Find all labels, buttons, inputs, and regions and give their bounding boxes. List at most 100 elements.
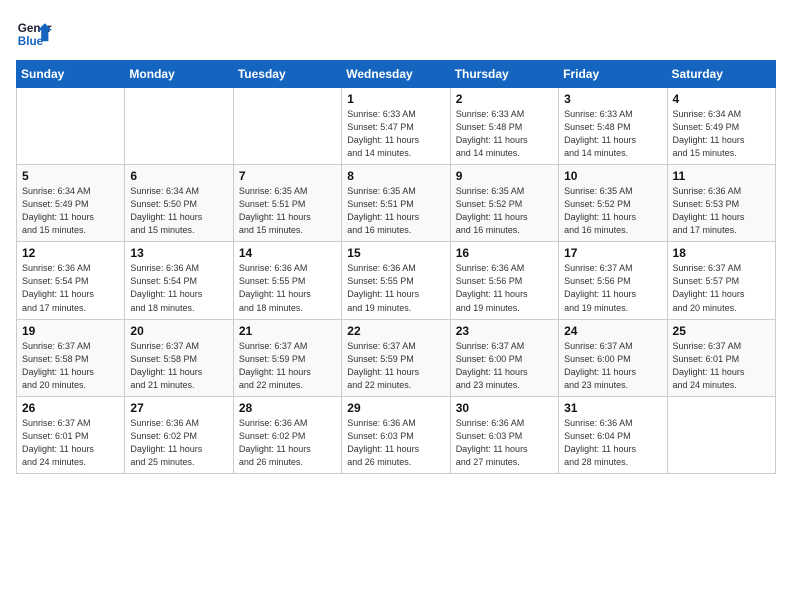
day-info: Sunrise: 6:33 AM Sunset: 5:47 PM Dayligh… [347, 108, 444, 160]
calendar-cell: 31 Sunrise: 6:36 AM Sunset: 6:04 PM Dayli… [559, 396, 667, 473]
day-number: 15 [347, 246, 444, 260]
day-info: Sunrise: 6:36 AM Sunset: 5:54 PM Dayligh… [130, 262, 227, 314]
day-info: Sunrise: 6:35 AM Sunset: 5:51 PM Dayligh… [239, 185, 336, 237]
day-number: 2 [456, 92, 553, 106]
weekday-header-friday: Friday [559, 61, 667, 88]
weekday-header-monday: Monday [125, 61, 233, 88]
day-number: 26 [22, 401, 119, 415]
day-number: 16 [456, 246, 553, 260]
calendar-cell [125, 88, 233, 165]
weekday-header-saturday: Saturday [667, 61, 775, 88]
day-number: 7 [239, 169, 336, 183]
day-number: 20 [130, 324, 227, 338]
day-info: Sunrise: 6:35 AM Sunset: 5:51 PM Dayligh… [347, 185, 444, 237]
day-number: 1 [347, 92, 444, 106]
day-number: 10 [564, 169, 661, 183]
calendar-cell: 12 Sunrise: 6:36 AM Sunset: 5:54 PM Dayli… [17, 242, 125, 319]
calendar-cell: 17 Sunrise: 6:37 AM Sunset: 5:56 PM Dayli… [559, 242, 667, 319]
page-header: General Blue [16, 16, 776, 52]
day-info: Sunrise: 6:37 AM Sunset: 5:58 PM Dayligh… [130, 340, 227, 392]
day-number: 5 [22, 169, 119, 183]
day-info: Sunrise: 6:36 AM Sunset: 5:55 PM Dayligh… [239, 262, 336, 314]
calendar-cell: 18Sunrise: 6:37 AM Sunset: 5:57 PM Dayli… [667, 242, 775, 319]
calendar-cell: 22 Sunrise: 6:37 AM Sunset: 5:59 PM Dayli… [342, 319, 450, 396]
day-number: 29 [347, 401, 444, 415]
calendar-cell: 6Sunrise: 6:34 AM Sunset: 5:50 PM Daylig… [125, 165, 233, 242]
day-info: Sunrise: 6:37 AM Sunset: 6:00 PM Dayligh… [564, 340, 661, 392]
day-info: Sunrise: 6:36 AM Sunset: 5:53 PM Dayligh… [673, 185, 770, 237]
day-info: Sunrise: 6:36 AM Sunset: 6:02 PM Dayligh… [239, 417, 336, 469]
day-number: 17 [564, 246, 661, 260]
day-info: Sunrise: 6:36 AM Sunset: 5:54 PM Dayligh… [22, 262, 119, 314]
day-info: Sunrise: 6:36 AM Sunset: 6:03 PM Dayligh… [456, 417, 553, 469]
week-row-0: 1 Sunrise: 6:33 AM Sunset: 5:47 PM Daylig… [17, 88, 776, 165]
day-info: Sunrise: 6:36 AM Sunset: 5:56 PM Dayligh… [456, 262, 553, 314]
day-number: 22 [347, 324, 444, 338]
svg-text:Blue: Blue [18, 35, 44, 48]
day-number: 31 [564, 401, 661, 415]
day-info: Sunrise: 6:33 AM Sunset: 5:48 PM Dayligh… [564, 108, 661, 160]
weekday-header-thursday: Thursday [450, 61, 558, 88]
day-number: 12 [22, 246, 119, 260]
calendar-cell: 26Sunrise: 6:37 AM Sunset: 6:01 PM Dayli… [17, 396, 125, 473]
logo: General Blue [16, 16, 52, 52]
calendar-cell: 29 Sunrise: 6:36 AM Sunset: 6:03 PM Dayli… [342, 396, 450, 473]
weekday-header-wednesday: Wednesday [342, 61, 450, 88]
calendar-cell [667, 396, 775, 473]
day-number: 30 [456, 401, 553, 415]
calendar-cell: 13 Sunrise: 6:36 AM Sunset: 5:54 PM Dayli… [125, 242, 233, 319]
day-info: Sunrise: 6:36 AM Sunset: 5:55 PM Dayligh… [347, 262, 444, 314]
day-info: Sunrise: 6:36 AM Sunset: 6:04 PM Dayligh… [564, 417, 661, 469]
calendar-cell: 25Sunrise: 6:37 AM Sunset: 6:01 PM Dayli… [667, 319, 775, 396]
day-number: 6 [130, 169, 227, 183]
calendar-cell: 20 Sunrise: 6:37 AM Sunset: 5:58 PM Dayli… [125, 319, 233, 396]
calendar-cell: 11 Sunrise: 6:36 AM Sunset: 5:53 PM Dayli… [667, 165, 775, 242]
calendar-cell: 16 Sunrise: 6:36 AM Sunset: 5:56 PM Dayli… [450, 242, 558, 319]
day-info: Sunrise: 6:36 AM Sunset: 6:02 PM Dayligh… [130, 417, 227, 469]
day-number: 11 [673, 169, 770, 183]
day-number: 24 [564, 324, 661, 338]
day-info: Sunrise: 6:34 AM Sunset: 5:49 PM Dayligh… [22, 185, 119, 237]
day-info: Sunrise: 6:37 AM Sunset: 5:58 PM Dayligh… [22, 340, 119, 392]
calendar-cell: 1 Sunrise: 6:33 AM Sunset: 5:47 PM Daylig… [342, 88, 450, 165]
day-info: Sunrise: 6:37 AM Sunset: 5:56 PM Dayligh… [564, 262, 661, 314]
calendar-cell: 28Sunrise: 6:36 AM Sunset: 6:02 PM Dayli… [233, 396, 341, 473]
calendar-cell: 9Sunrise: 6:35 AM Sunset: 5:52 PM Daylig… [450, 165, 558, 242]
day-number: 25 [673, 324, 770, 338]
day-info: Sunrise: 6:36 AM Sunset: 6:03 PM Dayligh… [347, 417, 444, 469]
week-row-3: 19 Sunrise: 6:37 AM Sunset: 5:58 PM Dayli… [17, 319, 776, 396]
calendar-cell: 23Sunrise: 6:37 AM Sunset: 6:00 PM Dayli… [450, 319, 558, 396]
calendar-cell: 4 Sunrise: 6:34 AM Sunset: 5:49 PM Daylig… [667, 88, 775, 165]
day-info: Sunrise: 6:35 AM Sunset: 5:52 PM Dayligh… [456, 185, 553, 237]
calendar-cell [233, 88, 341, 165]
calendar-cell: 21 Sunrise: 6:37 AM Sunset: 5:59 PM Dayli… [233, 319, 341, 396]
day-number: 3 [564, 92, 661, 106]
calendar-cell: 2Sunrise: 6:33 AM Sunset: 5:48 PM Daylig… [450, 88, 558, 165]
week-row-2: 12 Sunrise: 6:36 AM Sunset: 5:54 PM Dayli… [17, 242, 776, 319]
day-number: 13 [130, 246, 227, 260]
calendar-cell: 10 Sunrise: 6:35 AM Sunset: 5:52 PM Dayli… [559, 165, 667, 242]
day-info: Sunrise: 6:34 AM Sunset: 5:49 PM Dayligh… [673, 108, 770, 160]
calendar-cell: 14Sunrise: 6:36 AM Sunset: 5:55 PM Dayli… [233, 242, 341, 319]
day-info: Sunrise: 6:37 AM Sunset: 5:59 PM Dayligh… [239, 340, 336, 392]
calendar-cell: 19 Sunrise: 6:37 AM Sunset: 5:58 PM Dayli… [17, 319, 125, 396]
weekday-header-row: SundayMondayTuesdayWednesdayThursdayFrid… [17, 61, 776, 88]
calendar-cell: 27 Sunrise: 6:36 AM Sunset: 6:02 PM Dayli… [125, 396, 233, 473]
calendar-cell [17, 88, 125, 165]
day-number: 18 [673, 246, 770, 260]
day-info: Sunrise: 6:37 AM Sunset: 5:59 PM Dayligh… [347, 340, 444, 392]
weekday-header-sunday: Sunday [17, 61, 125, 88]
calendar-cell: 5 Sunrise: 6:34 AM Sunset: 5:49 PM Daylig… [17, 165, 125, 242]
logo-icon: General Blue [16, 16, 52, 52]
day-number: 8 [347, 169, 444, 183]
calendar-cell: 15 Sunrise: 6:36 AM Sunset: 5:55 PM Dayli… [342, 242, 450, 319]
day-number: 27 [130, 401, 227, 415]
week-row-1: 5 Sunrise: 6:34 AM Sunset: 5:49 PM Daylig… [17, 165, 776, 242]
day-number: 19 [22, 324, 119, 338]
calendar-cell: 8 Sunrise: 6:35 AM Sunset: 5:51 PM Daylig… [342, 165, 450, 242]
day-number: 4 [673, 92, 770, 106]
day-number: 21 [239, 324, 336, 338]
calendar-cell: 7 Sunrise: 6:35 AM Sunset: 5:51 PM Daylig… [233, 165, 341, 242]
day-info: Sunrise: 6:35 AM Sunset: 5:52 PM Dayligh… [564, 185, 661, 237]
weekday-header-tuesday: Tuesday [233, 61, 341, 88]
